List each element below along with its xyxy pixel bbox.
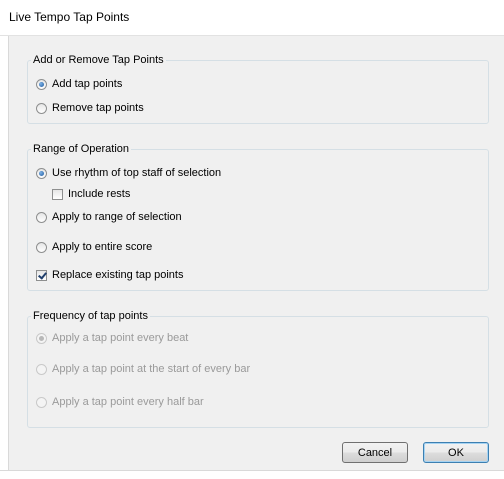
checkbox-replace-existing[interactable]: Replace existing tap points [36, 269, 183, 281]
checkbox-checked[interactable] [36, 269, 47, 281]
radio-button-checked[interactable] [36, 167, 47, 179]
radio-button-checked[interactable] [36, 78, 47, 90]
radio-label: Apply a tap point every half bar [52, 396, 204, 408]
ok-button[interactable]: OK [423, 442, 489, 463]
radio-label: Apply to range of selection [52, 211, 182, 223]
cancel-button[interactable]: Cancel [342, 442, 408, 463]
group-add-remove [27, 60, 489, 124]
window-frame-left [0, 36, 9, 479]
dialog-window: Live Tempo Tap Points Add or Remove Tap … [0, 0, 504, 479]
radio-apply-entire-score[interactable]: Apply to entire score [36, 241, 152, 253]
radio-button[interactable] [36, 241, 47, 253]
title-bar[interactable]: Live Tempo Tap Points [0, 0, 504, 36]
radio-button-checked-disabled[interactable] [36, 332, 47, 344]
radio-every-beat[interactable]: Apply a tap point every beat [36, 332, 188, 344]
checkbox-label: Replace existing tap points [52, 269, 184, 281]
group-add-remove-title: Add or Remove Tap Points [31, 54, 166, 66]
radio-apply-range-of-selection[interactable]: Apply to range of selection [36, 211, 182, 223]
radio-button-disabled[interactable] [36, 363, 47, 375]
radio-start-of-every-bar[interactable]: Apply a tap point at the start of every … [36, 363, 250, 375]
radio-label: Apply a tap point every beat [52, 332, 189, 344]
radio-label: Add tap points [52, 78, 123, 90]
radio-label: Apply to entire score [52, 241, 153, 253]
radio-button[interactable] [36, 102, 47, 114]
window-title: Live Tempo Tap Points [9, 10, 130, 24]
radio-every-half-bar[interactable]: Apply a tap point every half bar [36, 396, 204, 408]
radio-button[interactable] [36, 211, 47, 223]
radio-label: Remove tap points [52, 102, 144, 114]
window-frame-bottom [0, 470, 504, 479]
checkbox-include-rests[interactable]: Include rests [52, 188, 130, 200]
radio-button-disabled[interactable] [36, 396, 47, 408]
dialog-client-area: Add or Remove Tap Points Add tap points … [9, 36, 504, 470]
checkbox[interactable] [52, 188, 63, 200]
radio-remove-tap-points[interactable]: Remove tap points [36, 102, 144, 114]
radio-label: Use rhythm of top staff of selection [52, 167, 222, 179]
radio-add-tap-points[interactable]: Add tap points [36, 78, 122, 90]
group-range-title: Range of Operation [31, 143, 132, 155]
radio-use-rhythm-top-staff[interactable]: Use rhythm of top staff of selection [36, 167, 221, 179]
checkbox-label: Include rests [68, 188, 131, 200]
group-frequency-title: Frequency of tap points [31, 310, 150, 322]
radio-label: Apply a tap point at the start of every … [52, 363, 251, 375]
